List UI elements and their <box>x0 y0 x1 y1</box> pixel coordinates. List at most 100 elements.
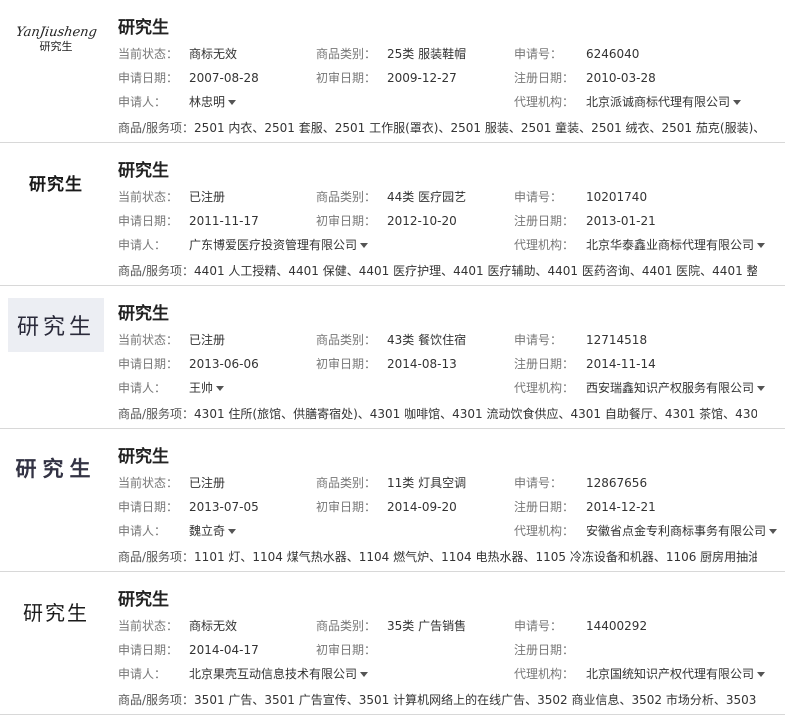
info-row: 当前状态： 已注册 商品类别： 44类 医疗园艺 申请号： 10201740 <box>118 187 785 207</box>
logo-latin-text: YanJiusheng <box>14 25 98 40</box>
trademark-title[interactable]: 研究生 <box>118 585 169 610</box>
trademark-record: YanJiusheng 研究生 研究生 当前状态： 商标无效 商品类别： 25类… <box>0 0 785 143</box>
register-date-label: 注册日期： <box>514 643 575 657</box>
chevron-down-icon <box>360 243 369 248</box>
applicant-label: 申请人： <box>118 95 167 109</box>
logo-cjk-text: 研究生 <box>39 40 73 53</box>
trademark-logo-image[interactable]: 研究生 <box>8 298 104 352</box>
chevron-down-icon <box>216 386 225 391</box>
services-row: 商品/服务项：4401 人工授精、4401 保健、4401 医疗护理、4401 … <box>118 261 757 281</box>
chevron-down-icon <box>757 672 766 677</box>
reg-no-label: 申请号： <box>514 190 563 204</box>
register-date-value: 2014-12-21 <box>586 500 656 514</box>
apply-date-value: 2013-06-06 <box>189 357 259 371</box>
agency-value: 安徽省点金专利商标事务有限公司 <box>586 524 767 538</box>
agency-dropdown[interactable]: 安徽省点金专利商标事务有限公司 <box>586 521 778 541</box>
category-value: 44类 医疗园艺 <box>387 190 467 204</box>
register-date-value: 2010-03-28 <box>586 71 656 85</box>
services-label: 商品/服务项： <box>118 407 195 421</box>
apply-date-label: 申请日期： <box>118 500 179 514</box>
register-date-label: 注册日期： <box>514 214 575 228</box>
trademark-logo-image[interactable]: 研究生 <box>8 155 104 209</box>
party-row: 申请人： 魏立奇 代理机构： 安徽省点金专利商标事务有限公司 <box>118 521 785 541</box>
status-label: 当前状态： <box>118 619 179 633</box>
register-date-label: 注册日期： <box>514 71 575 85</box>
category-label: 商品类别： <box>316 47 377 61</box>
apply-date-label: 申请日期： <box>118 357 179 371</box>
services-label: 商品/服务项： <box>118 264 195 278</box>
applicant-dropdown[interactable]: 北京果壳互动信息技术有限公司 <box>189 664 369 684</box>
reg-no-label: 申请号： <box>514 47 563 61</box>
applicant-value: 魏立奇 <box>189 524 226 538</box>
applicant-value: 林忠明 <box>189 95 226 109</box>
agency-dropdown[interactable]: 北京国统知识产权代理有限公司 <box>586 664 766 684</box>
info-row: 当前状态： 已注册 商品类别： 11类 灯具空调 申请号： 12867656 <box>118 473 785 493</box>
services-row: 商品/服务项：2501 内衣、2501 套服、2501 工作服(罩衣)、2501… <box>118 118 757 138</box>
agency-dropdown[interactable]: 西安瑞鑫知识产权服务有限公司 <box>586 378 766 398</box>
trademark-record: 研究生 研究生 当前状态： 已注册 商品类别： 43类 餐饮住宿 申请号： 12… <box>0 286 785 429</box>
agency-label: 代理机构： <box>514 524 575 538</box>
applicant-value: 北京果壳互动信息技术有限公司 <box>189 667 358 681</box>
status-label: 当前状态： <box>118 47 179 61</box>
date-row: 申请日期： 2013-07-05 初审日期： 2014-09-20 注册日期： … <box>118 497 785 517</box>
first-date-label: 初审日期： <box>316 357 377 371</box>
reg-no-value: 12714518 <box>586 333 648 347</box>
trademark-record: 研究生 研究生 当前状态： 已注册 商品类别： 11类 灯具空调 申请号： 12… <box>0 429 785 572</box>
register-date-label: 注册日期： <box>514 500 575 514</box>
applicant-value: 广东博爱医疗投资管理有限公司 <box>189 238 358 252</box>
trademark-logo-image[interactable]: 研究生 <box>8 584 104 638</box>
reg-no-value: 10201740 <box>586 190 648 204</box>
party-row: 申请人： 王帅 代理机构： 西安瑞鑫知识产权服务有限公司 <box>118 378 785 398</box>
agency-label: 代理机构： <box>514 381 575 395</box>
trademark-title[interactable]: 研究生 <box>118 156 169 181</box>
applicant-label: 申请人： <box>118 238 167 252</box>
register-date-label: 注册日期： <box>514 357 575 371</box>
agency-value: 北京派诚商标代理有限公司 <box>586 95 731 109</box>
first-date-label: 初审日期： <box>316 214 377 228</box>
reg-no-value: 14400292 <box>586 619 648 633</box>
trademark-record: 研究生 研究生 当前状态： 商标无效 商品类别： 35类 广告销售 申请号： 1… <box>0 572 785 715</box>
applicant-dropdown[interactable]: 王帅 <box>189 378 225 398</box>
status-value: 商标无效 <box>189 47 238 61</box>
agency-value: 西安瑞鑫知识产权服务有限公司 <box>586 381 755 395</box>
category-value: 43类 餐饮住宿 <box>387 333 467 347</box>
status-label: 当前状态： <box>118 190 179 204</box>
chevron-down-icon <box>757 243 766 248</box>
applicant-dropdown[interactable]: 广东博爱医疗投资管理有限公司 <box>189 235 369 255</box>
agency-dropdown[interactable]: 北京华泰鑫业商标代理有限公司 <box>586 235 766 255</box>
apply-date-label: 申请日期： <box>118 214 179 228</box>
first-date-value: 2012-10-20 <box>387 214 457 228</box>
services-value: 4401 人工授精、4401 保健、4401 医疗护理、4401 医疗辅助、44… <box>194 264 757 278</box>
date-row: 申请日期： 2007-08-28 初审日期： 2009-12-27 注册日期： … <box>118 68 785 88</box>
trademark-title[interactable]: 研究生 <box>118 442 169 467</box>
date-row: 申请日期： 2011-11-17 初审日期： 2012-10-20 注册日期： … <box>118 211 785 231</box>
trademark-logo-image[interactable]: YanJiusheng 研究生 <box>8 12 104 66</box>
agency-value: 北京华泰鑫业商标代理有限公司 <box>586 238 755 252</box>
agency-label: 代理机构： <box>514 238 575 252</box>
first-date-value: 2014-09-20 <box>387 500 457 514</box>
services-row: 商品/服务项：1101 灯、1104 煤气热水器、1104 燃气炉、1104 电… <box>118 547 757 567</box>
trademark-title[interactable]: 研究生 <box>118 299 169 324</box>
status-value: 已注册 <box>189 333 226 347</box>
category-label: 商品类别： <box>316 333 377 347</box>
services-label: 商品/服务项： <box>118 693 195 707</box>
applicant-dropdown[interactable]: 魏立奇 <box>189 521 237 541</box>
category-label: 商品类别： <box>316 476 377 490</box>
trademark-title[interactable]: 研究生 <box>118 13 169 38</box>
applicant-label: 申请人： <box>118 667 167 681</box>
category-label: 商品类别： <box>316 190 377 204</box>
party-row: 申请人： 林忠明 代理机构： 北京派诚商标代理有限公司 <box>118 92 785 112</box>
first-date-label: 初审日期： <box>316 71 377 85</box>
applicant-dropdown[interactable]: 林忠明 <box>189 92 237 112</box>
services-label: 商品/服务项： <box>118 550 195 564</box>
first-date-label: 初审日期： <box>316 500 377 514</box>
agency-dropdown[interactable]: 北京派诚商标代理有限公司 <box>586 92 742 112</box>
info-row: 当前状态： 商标无效 商品类别： 25类 服装鞋帽 申请号： 6246040 <box>118 44 785 64</box>
status-label: 当前状态： <box>118 333 179 347</box>
services-value: 3501 广告、3501 广告宣传、3501 计算机网络上的在线广告、3502 … <box>194 693 757 707</box>
logo-cjk-text: 研究生 <box>23 600 89 625</box>
trademark-logo-image[interactable]: 研究生 <box>8 441 104 495</box>
chevron-down-icon <box>757 386 766 391</box>
party-row: 申请人： 北京果壳互动信息技术有限公司 代理机构： 北京国统知识产权代理有限公司 <box>118 664 785 684</box>
apply-date-value: 2011-11-17 <box>189 214 259 228</box>
